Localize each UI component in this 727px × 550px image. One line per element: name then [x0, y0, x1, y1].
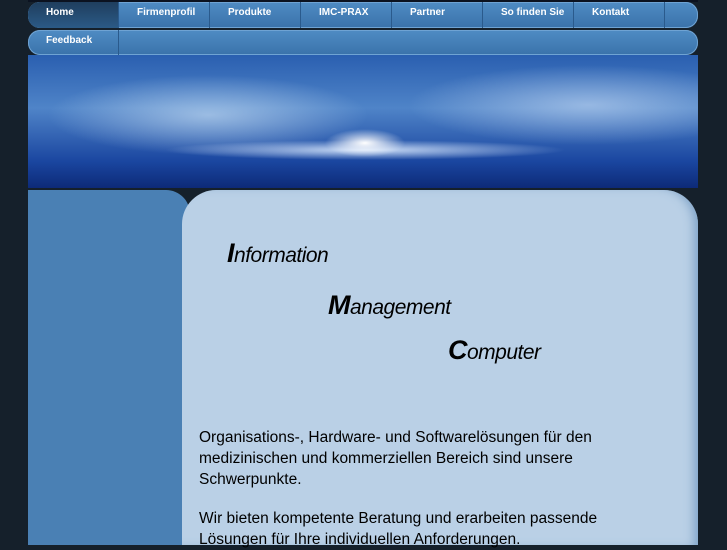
services-paragraph: Wir bieten kompetente Beratung und erarb… [199, 510, 598, 548]
sidebar [28, 190, 190, 545]
nav-home[interactable]: Home [28, 2, 119, 28]
intro-paragraph: Organisations-, Hardware- und Softwarelö… [199, 429, 592, 488]
title-information: Information [227, 238, 329, 268]
nav-firmenprofil[interactable]: Firmenprofil [119, 2, 210, 28]
nav-imc-prax[interactable]: IMC-PRAX [301, 2, 392, 28]
nav-produkte[interactable]: Produkte [210, 2, 301, 28]
header-banner-image [28, 55, 698, 188]
page: Home Firmenprofil Produkte IMC-PRAX Part… [28, 0, 698, 548]
nav-bar-secondary: Feedback [28, 30, 698, 55]
nav-kontakt[interactable]: Kontakt [574, 2, 665, 28]
title-management: Management [328, 290, 451, 320]
nav-feedback[interactable]: Feedback [28, 30, 119, 55]
nav-so-finden-sie[interactable]: So finden Sie [483, 2, 574, 28]
content-panel: Information Management Computer Organisa… [182, 190, 698, 548]
title-computer: Computer [448, 335, 541, 365]
nav-partner[interactable]: Partner [392, 2, 483, 28]
nav-bar-primary: Home Firmenprofil Produkte IMC-PRAX Part… [28, 2, 698, 28]
